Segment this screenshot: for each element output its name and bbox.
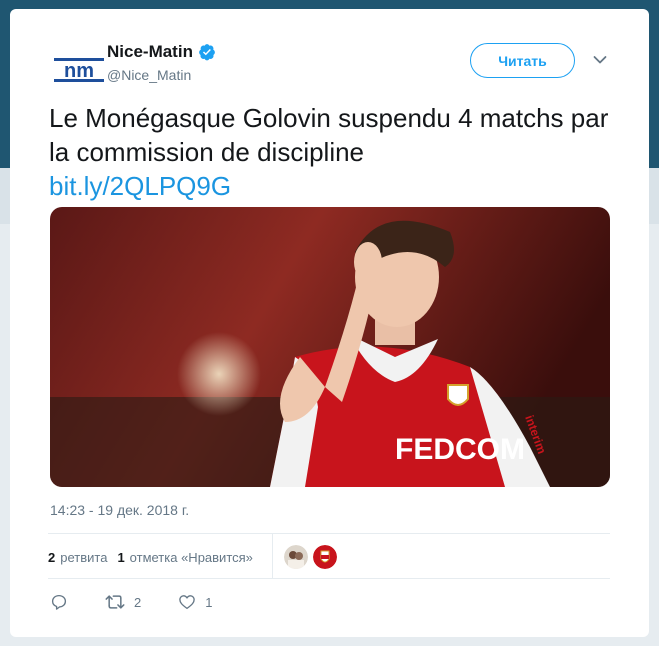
- stats-separator: [272, 534, 273, 578]
- tweet-body: Le Monégasque Golovin suspendu 4 matchs …: [49, 103, 609, 167]
- follow-button[interactable]: Читать: [470, 43, 575, 78]
- like-count: 1: [117, 549, 125, 565]
- logo-text: nm: [64, 60, 94, 82]
- chevron-down-icon[interactable]: [593, 55, 607, 65]
- heart-icon: [179, 595, 196, 610]
- display-name-row[interactable]: Nice-Matin: [107, 42, 216, 62]
- tweet-media-image[interactable]: FEDCOM interim: [50, 207, 610, 487]
- divider: [48, 533, 610, 534]
- retweet-icon: [105, 595, 125, 609]
- like-button[interactable]: 1: [178, 593, 212, 611]
- account-handle[interactable]: @Nice_Matin: [107, 67, 191, 83]
- divider: [48, 578, 610, 579]
- like-action-count: 1: [205, 594, 213, 610]
- photo-illustration: FEDCOM interim: [50, 207, 610, 487]
- like-label: отметка «Нравится»: [129, 549, 253, 565]
- like-stat[interactable]: 1 отметка «Нравится»: [117, 550, 252, 565]
- liker-avatars: [284, 545, 342, 569]
- tweet-actions: 2 1: [50, 593, 249, 611]
- retweet-count: 2: [48, 549, 56, 565]
- retweet-button[interactable]: 2: [105, 593, 141, 611]
- verified-badge-icon: [199, 44, 215, 61]
- tweet-link[interactable]: bit.ly/2QLPQ9G: [49, 171, 231, 201]
- tweet-stats: 2 ретвита 1 отметка «Нравится»: [48, 542, 263, 572]
- tweet-card: nm Nice-Matin @Nice_Matin Читать Le Moné…: [10, 9, 649, 637]
- account-avatar[interactable]: nm: [52, 43, 106, 97]
- tweet-text: Le Monégasque Golovin suspendu 4 matchs …: [49, 101, 609, 203]
- reply-icon: [51, 594, 67, 610]
- retweet-stat[interactable]: 2 ретвита: [48, 550, 107, 565]
- display-name[interactable]: Nice-Matin: [107, 42, 193, 62]
- retweet-action-count: 2: [134, 594, 142, 610]
- tweet-timestamp[interactable]: 14:23 - 19 дек. 2018 г.: [50, 502, 189, 518]
- reply-button[interactable]: [50, 593, 68, 611]
- retweet-label: ретвита: [60, 549, 108, 565]
- jersey-text: FEDCOM: [395, 433, 525, 466]
- club-avatar[interactable]: [313, 545, 337, 569]
- user-avatar[interactable]: [284, 545, 308, 569]
